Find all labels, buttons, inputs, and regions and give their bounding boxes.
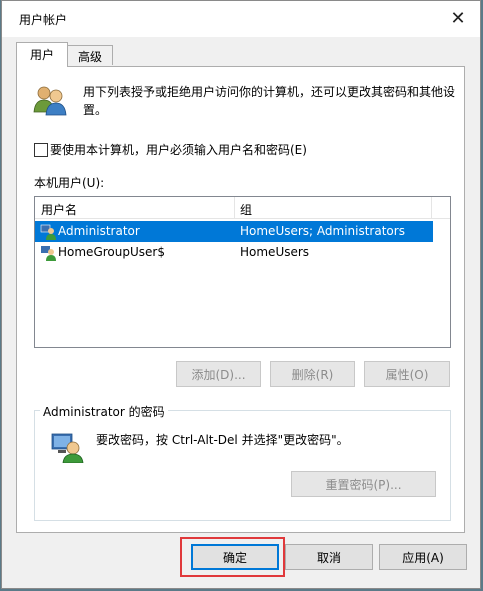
list-header: 用户名 组 — [35, 197, 450, 219]
cancel-button[interactable]: 取消 — [285, 544, 373, 570]
user-row-administrator[interactable]: Administrator HomeUsers; Administrators — [35, 221, 433, 242]
properties-button[interactable]: 属性(O) — [364, 361, 450, 387]
column-divider[interactable] — [234, 197, 235, 219]
password-instructions: 要改密码，按 Ctrl-Alt-Del 并选择"更改密码"。 — [96, 433, 349, 447]
close-icon: ✕ — [450, 7, 466, 29]
title-bar: 用户帐户 ✕ — [2, 1, 480, 37]
password-groupbox — [34, 410, 451, 521]
add-user-button[interactable]: 添加(D)... — [176, 361, 261, 387]
ok-highlight-box — [180, 537, 285, 577]
tab-advanced[interactable]: 高级 — [67, 45, 113, 65]
user-password-icon — [51, 433, 84, 463]
user-row-homegroupuser[interactable]: HomeGroupUser$ HomeUsers — [35, 242, 433, 263]
reset-password-button[interactable]: 重置密码(P)... — [291, 471, 436, 497]
user-icon — [40, 224, 56, 240]
user-group: HomeUsers — [240, 245, 310, 259]
column-divider[interactable] — [431, 197, 432, 219]
tab-users[interactable]: 用户 — [16, 42, 68, 67]
password-group-title: Administrator 的密码 — [40, 403, 168, 420]
intro-text: 用下列表授予或拒绝用户访问你的计算机，还可以更改其密码和其他设置。 — [83, 85, 456, 117]
user-name: Administrator — [58, 224, 140, 238]
local-users-label: 本机用户(U): — [34, 176, 105, 190]
user-name: HomeGroupUser$ — [58, 245, 165, 259]
remove-user-button[interactable]: 删除(R) — [270, 361, 355, 387]
apply-button[interactable]: 应用(A) — [379, 544, 467, 570]
require-login-label[interactable]: 要使用本计算机，用户必须输入用户名和密码(E) — [50, 141, 307, 158]
users-icon — [33, 86, 67, 116]
user-icon — [41, 246, 56, 261]
column-header-group[interactable]: 组 — [240, 201, 252, 218]
window-title: 用户帐户 — [19, 13, 68, 27]
users-list[interactable]: 用户名 组 Administrator HomeUsers; Administr… — [34, 196, 451, 348]
user-group: HomeUsers; Administrators — [240, 224, 405, 238]
column-header-username[interactable]: 用户名 — [41, 201, 77, 218]
require-login-checkbox[interactable] — [34, 143, 48, 157]
close-button[interactable]: ✕ — [436, 1, 480, 35]
